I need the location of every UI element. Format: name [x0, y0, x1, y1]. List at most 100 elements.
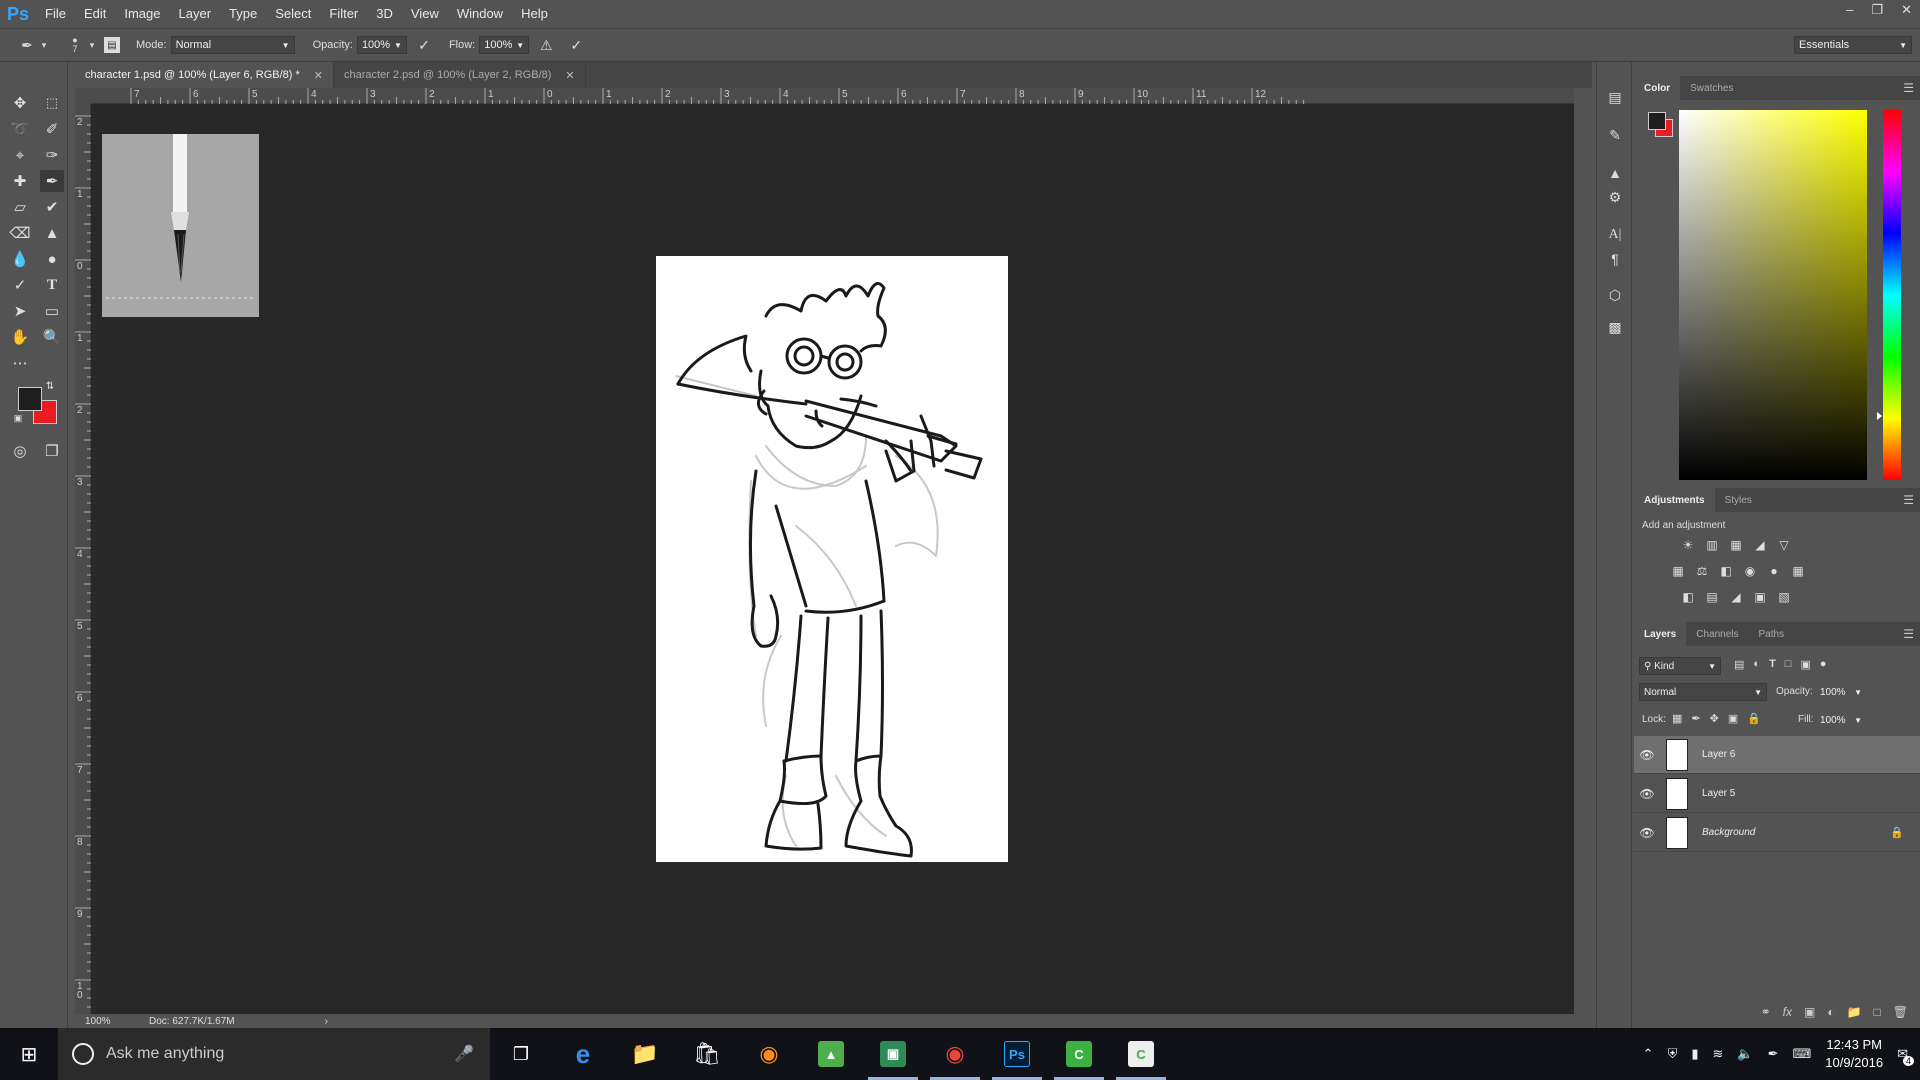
- pen-tool-icon[interactable]: ✓: [8, 274, 32, 296]
- filter-toggle-icon[interactable]: ●: [1820, 658, 1827, 671]
- airbrush-icon[interactable]: ⚠: [535, 34, 557, 56]
- new-adjustment-icon[interactable]: ◐: [1827, 1005, 1834, 1019]
- type-tool-icon[interactable]: T: [40, 274, 64, 296]
- hue-marker-icon[interactable]: [1877, 412, 1882, 420]
- menu-3d[interactable]: 3D: [367, 0, 402, 28]
- quick-selection-tool-icon[interactable]: ✐: [40, 118, 64, 140]
- tab-styles[interactable]: Styles: [1715, 488, 1762, 512]
- selective-color-icon[interactable]: ▣: [1751, 588, 1769, 606]
- eraser-tool-icon[interactable]: ⌫: [8, 222, 32, 244]
- flow-field[interactable]: 100% ▼: [479, 36, 530, 54]
- volume-icon[interactable]: 🔈: [1737, 1046, 1753, 1062]
- zoom-level[interactable]: 100%: [75, 1016, 135, 1027]
- healing-brush-tool-icon[interactable]: ✚: [8, 170, 32, 192]
- channel-mixer-icon[interactable]: ●: [1765, 562, 1783, 580]
- close-icon[interactable]: ✕: [314, 69, 323, 82]
- brush-settings-icon[interactable]: ✎: [1603, 124, 1627, 146]
- color-picker-field[interactable]: [1679, 110, 1867, 480]
- layer-row-layer-5[interactable]: 👁 Layer 5: [1634, 775, 1920, 813]
- layer-opacity-field[interactable]: 100% ▼: [1816, 683, 1866, 701]
- tab-adjustments[interactable]: Adjustments: [1634, 488, 1715, 512]
- clone-stamp-tool-icon[interactable]: ▱: [8, 196, 32, 218]
- history-icon[interactable]: ▤: [1603, 86, 1627, 108]
- menu-select[interactable]: Select: [266, 0, 320, 28]
- vibrance-icon[interactable]: ▽: [1775, 536, 1793, 554]
- cortana-search[interactable]: Ask me anything 🎤: [58, 1028, 490, 1080]
- quick-mask-icon[interactable]: ◎: [8, 440, 32, 462]
- paint-bucket-tool-icon[interactable]: ▲: [40, 222, 64, 244]
- levels-icon[interactable]: ▥: [1703, 536, 1721, 554]
- restore-button[interactable]: ❐: [1871, 0, 1883, 20]
- chevron-up-icon[interactable]: ⌃: [1643, 1046, 1654, 1062]
- menu-file[interactable]: File: [36, 0, 75, 28]
- delete-layer-icon[interactable]: 🗑: [1893, 1005, 1908, 1019]
- brush-picker-chevron-icon[interactable]: ▾: [86, 34, 98, 56]
- photoshop-button[interactable]: Ps: [986, 1028, 1048, 1080]
- tab-layers[interactable]: Layers: [1634, 622, 1687, 646]
- move-tool-icon[interactable]: ✥: [8, 92, 32, 114]
- blend-mode-select[interactable]: Normal ▼: [1639, 683, 1767, 701]
- firefox-button[interactable]: ◉: [738, 1028, 800, 1080]
- opacity-field[interactable]: 100% ▼: [356, 36, 407, 54]
- marquee-tool-icon[interactable]: ⬚: [40, 92, 64, 114]
- tab-swatches[interactable]: Swatches: [1680, 76, 1743, 100]
- panel-menu-icon[interactable]: ☰: [1903, 493, 1914, 507]
- exposure-icon[interactable]: ◢: [1751, 536, 1769, 554]
- fill-field[interactable]: 100% ▼: [1816, 711, 1866, 729]
- edge-button[interactable]: e: [552, 1028, 614, 1080]
- visibility-eye-icon[interactable]: 👁: [1634, 748, 1660, 762]
- menu-view[interactable]: View: [402, 0, 448, 28]
- lock-artboard-icon[interactable]: ▣: [1728, 712, 1738, 725]
- menu-type[interactable]: Type: [220, 0, 266, 28]
- keyboard-icon[interactable]: ⌨: [1792, 1046, 1811, 1062]
- menu-help[interactable]: Help: [512, 0, 557, 28]
- task-view-button[interactable]: ❐: [490, 1028, 552, 1080]
- dodge-tool-icon[interactable]: ●: [40, 248, 64, 270]
- timeline-icon[interactable]: ▩: [1603, 316, 1627, 338]
- invert-icon[interactable]: ◧: [1679, 588, 1697, 606]
- shape-filter-icon[interactable]: □: [1785, 658, 1792, 671]
- hue-saturation-icon[interactable]: ▦: [1669, 562, 1687, 580]
- brush-tool-icon[interactable]: ✒: [40, 170, 64, 192]
- menu-filter[interactable]: Filter: [320, 0, 367, 28]
- new-layer-icon[interactable]: □: [1874, 1005, 1881, 1019]
- layer-row-background[interactable]: 👁 Background 🔒: [1634, 814, 1920, 852]
- color-balance-icon[interactable]: ⚖: [1693, 562, 1711, 580]
- menu-image[interactable]: Image: [115, 0, 169, 28]
- tab-channels[interactable]: Channels: [1686, 622, 1748, 646]
- notifications-icon[interactable]: ✉ 4: [1897, 1046, 1914, 1066]
- crop-tool-icon[interactable]: ⌖: [8, 144, 32, 166]
- tool-preset-chevron-icon[interactable]: ▾: [38, 34, 50, 56]
- eyedropper-tool-icon[interactable]: ✑: [40, 144, 64, 166]
- minimize-button[interactable]: –: [1846, 0, 1853, 20]
- lock-all-icon[interactable]: 🔒: [1747, 712, 1761, 725]
- layer-style-icon[interactable]: fx: [1783, 1005, 1792, 1019]
- gradient-map-icon[interactable]: ▧: [1775, 588, 1793, 606]
- visibility-eye-icon[interactable]: 👁: [1634, 787, 1660, 801]
- workspace-select[interactable]: Essentials ▼: [1794, 36, 1912, 54]
- microphone-icon[interactable]: 🎤: [454, 1044, 474, 1064]
- lasso-tool-icon[interactable]: ➰: [8, 118, 32, 140]
- screen-mode-icon[interactable]: ❐: [40, 440, 64, 462]
- lock-position-icon[interactable]: ✥: [1710, 712, 1719, 725]
- layer-filter-select[interactable]: ⚲ Kind ▼: [1639, 657, 1721, 675]
- layer-row-layer-6[interactable]: 👁 Layer 6: [1634, 736, 1920, 774]
- pressure-opacity-icon[interactable]: ✓: [413, 34, 435, 56]
- photos-button[interactable]: ▲: [800, 1028, 862, 1080]
- color-panel-foreground[interactable]: [1648, 112, 1666, 130]
- character-icon[interactable]: A|: [1603, 224, 1627, 246]
- lock-transparency-icon[interactable]: ▦: [1672, 712, 1682, 725]
- curves-icon[interactable]: ▦: [1727, 536, 1745, 554]
- file-explorer-button[interactable]: 📁: [614, 1028, 676, 1080]
- store-button[interactable]: 🛍: [676, 1028, 738, 1080]
- mode-select[interactable]: Normal ▼: [170, 36, 295, 54]
- color-lookup-icon[interactable]: ▦: [1789, 562, 1807, 580]
- hue-slider[interactable]: [1883, 110, 1901, 480]
- menu-window[interactable]: Window: [448, 0, 512, 28]
- link-layers-icon[interactable]: ⚭: [1761, 1005, 1771, 1019]
- pasteboard[interactable]: [91, 104, 1574, 1014]
- menu-edit[interactable]: Edit: [75, 0, 115, 28]
- default-colors-icon[interactable]: ▣: [12, 412, 24, 424]
- brush-size-picker[interactable]: ● 7: [64, 34, 86, 56]
- more-tools-icon[interactable]: ⋯: [8, 352, 32, 374]
